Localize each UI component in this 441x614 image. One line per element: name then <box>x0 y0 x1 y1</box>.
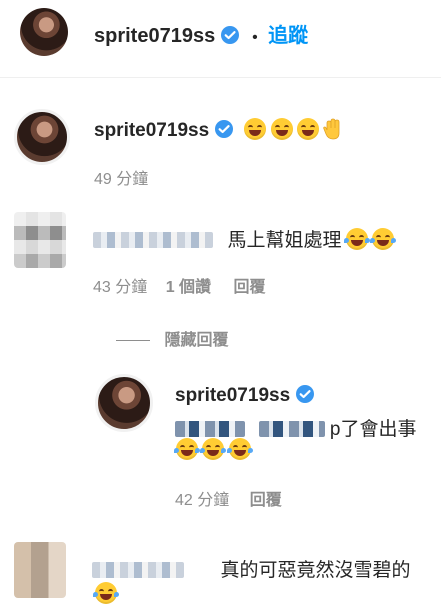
replies-line <box>116 340 150 342</box>
comment-time: 43 分鐘 <box>93 279 148 296</box>
header-user-row: sprite0719ss • 追蹤 <box>94 19 308 47</box>
tears-of-joy-emoji-icon <box>226 438 253 460</box>
reply-button[interactable]: 回覆 <box>234 279 266 296</box>
blurred-mention[interactable] <box>259 421 326 437</box>
blurred-username[interactable] <box>92 562 184 578</box>
header-separator: • <box>252 29 258 46</box>
comment-likes[interactable]: 1 個讚 <box>166 279 211 296</box>
reply-avatar[interactable] <box>95 374 153 432</box>
header-divider <box>0 77 441 78</box>
blurred-mention[interactable] <box>175 421 245 437</box>
comment-1-row: sprite0719ss <box>94 118 343 142</box>
reply-username[interactable]: sprite0719ss <box>175 385 290 406</box>
reply-button[interactable]: 回覆 <box>250 492 282 509</box>
blurred-username[interactable] <box>93 232 213 248</box>
verified-icon <box>295 385 314 403</box>
follow-button[interactable]: 追蹤 <box>268 25 308 47</box>
last-comment-row: 真的可惡竟然沒雪碧的 <box>92 555 410 582</box>
comment-username[interactable]: sprite0719ss <box>94 120 209 141</box>
comment-time: 49 分鐘 <box>94 171 149 188</box>
header-avatar[interactable] <box>20 8 68 56</box>
reply-time: 42 分鐘 <box>175 492 230 509</box>
reply-emoji-row <box>174 438 253 461</box>
comment-2-row: 馬上幫姐處理 <box>93 225 397 252</box>
rolling-laughing-emoji-icon <box>270 118 293 140</box>
verified-icon <box>220 26 239 44</box>
comment-avatar[interactable] <box>14 109 70 165</box>
header-username[interactable]: sprite0719ss <box>94 25 215 47</box>
tears-of-joy-emoji-icon <box>200 438 227 460</box>
last-comment-emoji <box>93 582 119 605</box>
reply-text-row: p了會出事 <box>175 414 416 441</box>
comment-text: 馬上幫姐處理 <box>227 230 342 251</box>
verified-icon <box>214 120 233 138</box>
reply-user-row: sprite0719ss <box>175 384 315 407</box>
tears-of-joy-emoji-icon <box>343 228 370 250</box>
tears-of-joy-emoji-icon <box>93 582 119 604</box>
tears-of-joy-emoji-icon <box>370 228 397 250</box>
comment-2-meta: 43 分鐘 1 個讚 回覆 <box>93 273 266 297</box>
tears-of-joy-emoji-icon <box>174 438 200 460</box>
waving-hand-icon <box>323 118 340 140</box>
comment-text: 真的可惡竟然沒雪碧的 <box>220 560 411 581</box>
rolling-laughing-emoji-icon <box>244 118 267 140</box>
comment-avatar-blurred[interactable] <box>14 542 66 598</box>
reply-meta: 42 分鐘 回覆 <box>175 486 282 510</box>
hide-replies-toggle[interactable]: 隱藏回覆 <box>116 326 228 350</box>
hide-replies-label: 隱藏回覆 <box>164 332 229 349</box>
comment-avatar-blurred[interactable] <box>14 212 66 268</box>
rolling-laughing-emoji-icon <box>296 118 319 140</box>
reply-text: p了會出事 <box>329 419 417 440</box>
